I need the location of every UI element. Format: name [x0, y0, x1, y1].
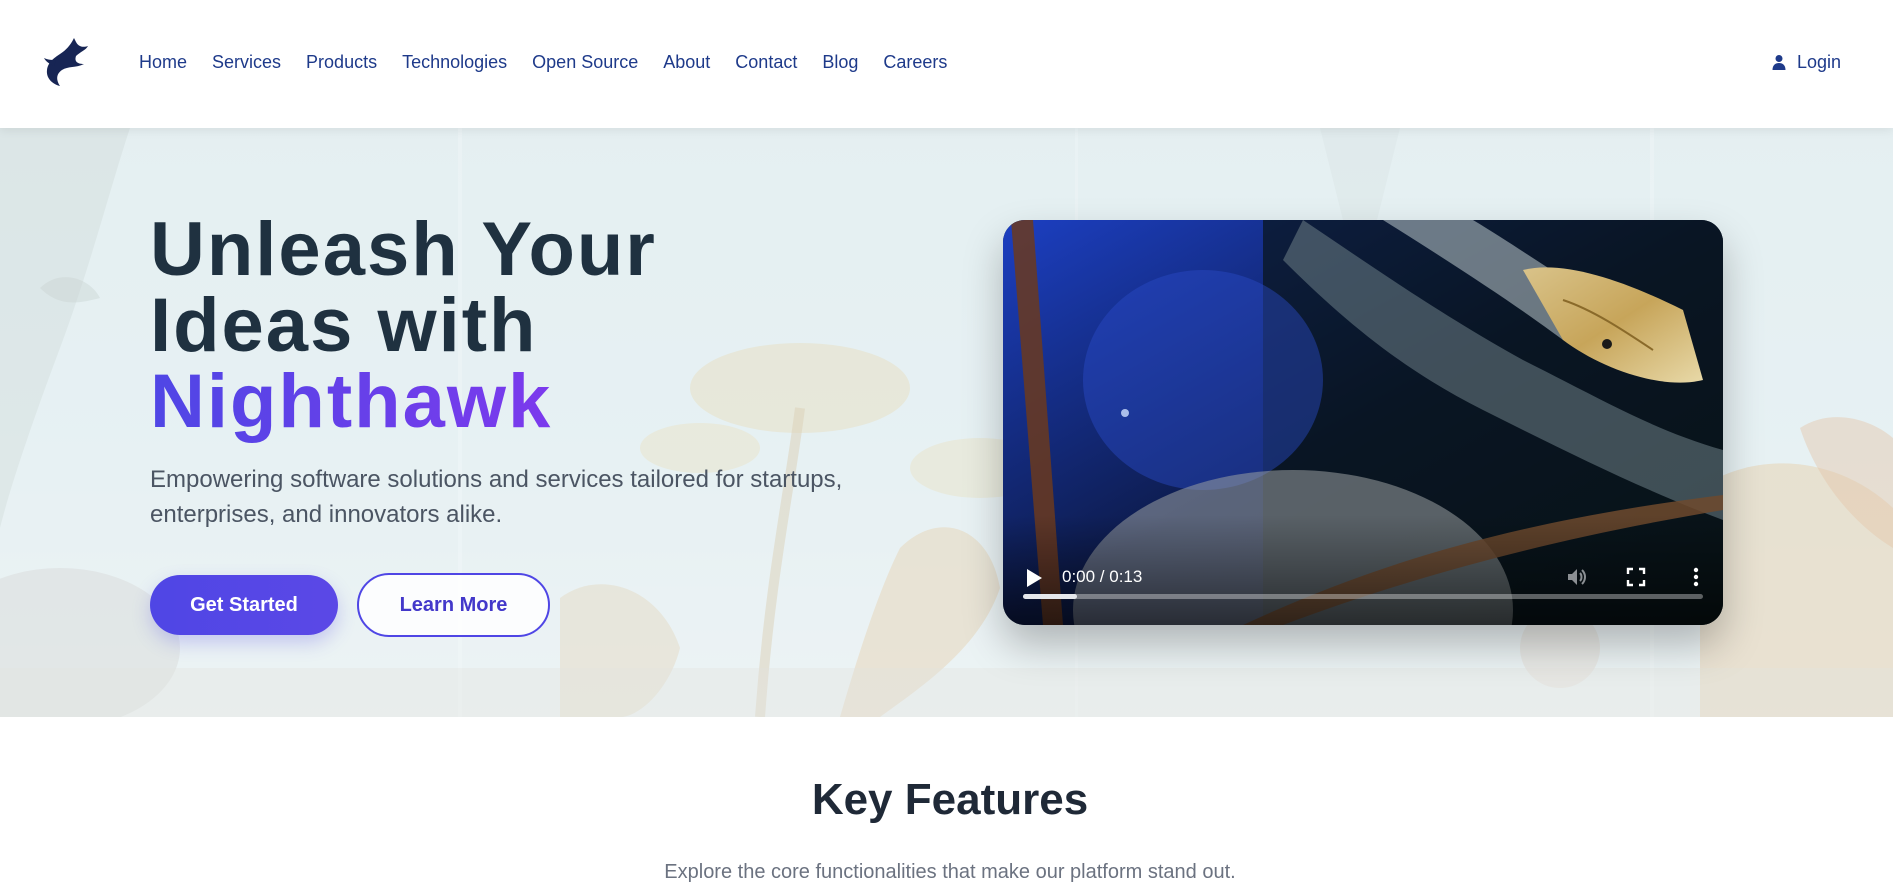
key-features-subtitle: Explore the core functionalities that ma… [664, 861, 1236, 883]
login-label: Login [1796, 52, 1841, 72]
headline-line-1: Unleash Your [150, 207, 657, 292]
video-time-display: 0:00 / 0:13 [1062, 567, 1143, 586]
hero-video-player[interactable]: 0:00 / 0:13 [1003, 220, 1723, 625]
main-navigation: Home Services Products Technologies Open… [139, 50, 972, 74]
hero-section: Unleash Your Ideas with Nighthawk Empowe… [0, 128, 1893, 717]
nav-link-technologies[interactable]: Technologies [402, 50, 507, 74]
play-icon[interactable] [1025, 568, 1043, 588]
get-started-button[interactable]: Get Started [150, 575, 338, 635]
nav-link-about[interactable]: About [663, 50, 710, 74]
nav-link-products[interactable]: Products [306, 50, 377, 74]
nighthawk-logo-icon[interactable] [44, 36, 88, 88]
navbar: Home Services Products Technologies Open… [0, 0, 1893, 128]
nav-link-open-source[interactable]: Open Source [532, 50, 638, 74]
nav-link-blog[interactable]: Blog [822, 50, 858, 74]
nav-link-careers[interactable]: Careers [883, 50, 947, 74]
fullscreen-icon[interactable] [1625, 566, 1647, 588]
hero-subtitle: Empowering software solutions and servic… [150, 462, 910, 532]
video-progress-bar[interactable] [1023, 594, 1703, 599]
user-icon [1772, 55, 1786, 70]
subtitle-line-1: Empowering software solutions and servic… [150, 466, 843, 493]
volume-icon[interactable] [1565, 566, 1587, 588]
learn-more-button[interactable]: Learn More [357, 573, 550, 637]
headline-brand-accent: Nighthawk [150, 359, 553, 444]
nav-link-services[interactable]: Services [212, 50, 281, 74]
nav-link-home[interactable]: Home [139, 50, 187, 74]
login-link[interactable]: Login [1771, 50, 1841, 74]
video-progress-fill [1023, 594, 1078, 599]
hero-headline: Unleash Your Ideas with Nighthawk [150, 212, 910, 440]
nav-link-contact[interactable]: Contact [735, 50, 797, 74]
more-vertical-icon[interactable] [1685, 566, 1707, 588]
subtitle-line-2: enterprises, and innovators alike. [150, 501, 503, 528]
key-features-heading: Key Features [811, 775, 1089, 824]
headline-line-2: Ideas with [150, 283, 538, 368]
